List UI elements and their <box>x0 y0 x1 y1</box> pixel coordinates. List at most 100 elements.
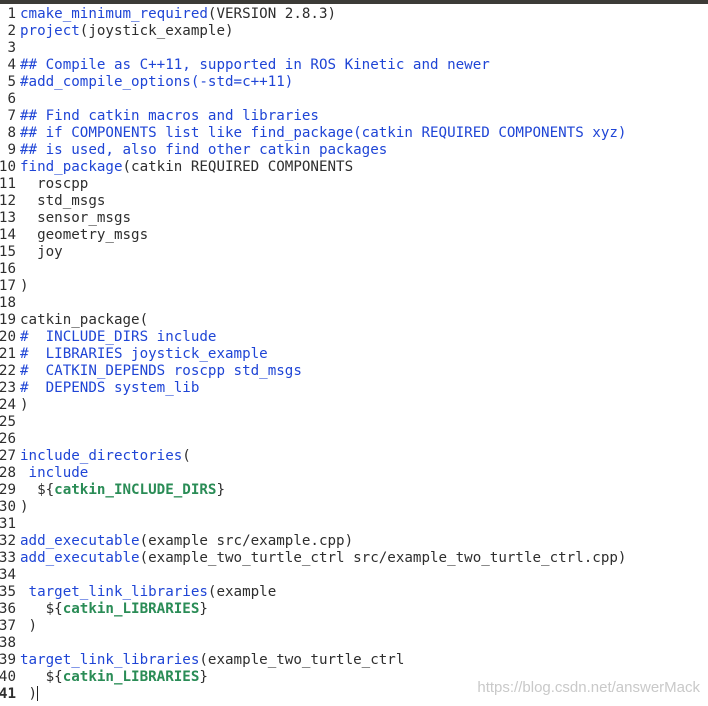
code-line[interactable]: 26 <box>0 431 708 448</box>
code-token: (joystick_example) <box>79 23 234 39</box>
code-text[interactable]: include_directories( <box>20 448 191 465</box>
code-line[interactable]: 23 # DEPENDS system_lib <box>0 380 708 397</box>
code-text[interactable]: find_package(catkin REQUIRED COMPONENTS <box>20 159 353 176</box>
code-token: sensor_msgs <box>20 210 132 226</box>
code-text[interactable]: ## Find catkin macros and libraries <box>20 108 319 125</box>
code-text[interactable]: # DEPENDS system_lib <box>20 380 199 397</box>
code-line[interactable]: 36 ${catkin_LIBRARIES} <box>0 601 708 618</box>
code-token: ) <box>20 278 29 294</box>
code-editor[interactable]: 1 cmake_minimum_required(VERSION 2.8.3) 2 p… <box>0 0 708 706</box>
line-number: 38 <box>0 635 16 651</box>
code-line[interactable]: 16 <box>0 261 708 278</box>
code-line[interactable]: 6 <box>0 91 708 108</box>
code-line[interactable]: 20 # INCLUDE_DIRS include <box>0 329 708 346</box>
code-text[interactable]: geometry_msgs <box>20 227 148 244</box>
code-token: ) <box>20 686 38 702</box>
code-line[interactable]: 32 add_executable(example src/example.cpp… <box>0 533 708 550</box>
code-token: ) <box>20 397 29 413</box>
code-text[interactable]: roscpp <box>20 176 88 193</box>
code-text[interactable]: # LIBRARIES joystick_example <box>20 346 268 363</box>
code-text[interactable]: ## is used, also find other catkin packa… <box>20 142 387 159</box>
code-line[interactable]: 18 <box>0 295 708 312</box>
code-text[interactable]: target_link_libraries(example_two_turtle… <box>20 652 404 669</box>
code-line[interactable]: 7 ## Find catkin macros and libraries <box>0 108 708 125</box>
code-line[interactable]: 35 target_link_libraries(example <box>0 584 708 601</box>
code-line[interactable]: 10 find_package(catkin REQUIRED COMPONENT… <box>0 159 708 176</box>
code-text[interactable]: ) <box>20 686 39 703</box>
line-number: 31 <box>0 516 16 532</box>
code-line[interactable]: 39 target_link_libraries(example_two_turt… <box>0 652 708 669</box>
code-comment: # INCLUDE_DIRS include <box>20 329 217 345</box>
code-text[interactable]: ## if COMPONENTS list like find_package(… <box>20 125 626 142</box>
cmake-command: include_directories <box>20 448 183 464</box>
code-line[interactable]: 14 geometry_msgs <box>0 227 708 244</box>
code-line[interactable]: 33 add_executable(example_two_turtle_ctrl… <box>0 550 708 567</box>
cmake-command: cmake_minimum_required <box>20 6 208 22</box>
line-number: 15 <box>0 244 16 260</box>
code-text[interactable]: ) <box>20 278 29 295</box>
code-line[interactable]: 12 std_msgs <box>0 193 708 210</box>
code-text[interactable]: std_msgs <box>20 193 105 210</box>
code-line[interactable]: 28 include <box>0 465 708 482</box>
code-lines[interactable]: 1 cmake_minimum_required(VERSION 2.8.3) 2 p… <box>0 6 708 703</box>
code-text[interactable]: catkin_package( <box>20 312 148 329</box>
code-text[interactable]: include <box>20 465 89 482</box>
code-text[interactable]: ) <box>20 618 38 635</box>
code-text[interactable]: ${catkin_INCLUDE_DIRS} <box>20 482 225 499</box>
code-line[interactable]: 22 # CATKIN_DEPENDS roscpp std_msgs <box>0 363 708 380</box>
code-line[interactable]: 25 <box>0 414 708 431</box>
code-comment: ## is used, also find other catkin packa… <box>20 142 388 158</box>
code-line[interactable]: 21 # LIBRARIES joystick_example <box>0 346 708 363</box>
line-number: 39 <box>0 652 16 668</box>
code-line[interactable]: 30) <box>0 499 708 516</box>
code-text[interactable]: ) <box>20 397 29 414</box>
code-line[interactable]: 24) <box>0 397 708 414</box>
code-comment: ## if COMPONENTS list like find_package(… <box>20 125 627 141</box>
code-comment: # LIBRARIES joystick_example <box>20 346 268 362</box>
cmake-command: include <box>20 465 89 481</box>
code-text[interactable]: # INCLUDE_DIRS include <box>20 329 216 346</box>
code-text[interactable]: #add_compile_options(-std=c++11) <box>20 74 293 91</box>
code-line[interactable]: 4 ## Compile as C++11, supported in ROS K… <box>0 57 708 74</box>
line-number: 1 <box>7 6 16 22</box>
code-text[interactable]: add_executable(example_two_turtle_ctrl s… <box>20 550 626 567</box>
code-line[interactable]: 5 #add_compile_options(-std=c++11) <box>0 74 708 91</box>
code-line[interactable]: 37 ) <box>0 618 708 635</box>
code-text[interactable]: cmake_minimum_required(VERSION 2.8.3) <box>20 6 336 23</box>
code-line[interactable]: 29 ${catkin_INCLUDE_DIRS} <box>0 482 708 499</box>
code-line[interactable]: 3 <box>0 40 708 57</box>
code-line[interactable]: 31 <box>0 516 708 533</box>
code-line[interactable]: 2 project(joystick_example) <box>0 23 708 40</box>
code-line[interactable]: 1 cmake_minimum_required(VERSION 2.8.3) <box>0 6 708 23</box>
code-line[interactable]: 13 sensor_msgs <box>0 210 708 227</box>
code-line[interactable]: 11 roscpp <box>0 176 708 193</box>
code-line[interactable]: 19 catkin_package( <box>0 312 708 329</box>
code-text[interactable]: target_link_libraries(example <box>20 584 277 601</box>
code-line[interactable]: 27 include_directories( <box>0 448 708 465</box>
line-number: 24 <box>0 397 16 413</box>
code-line[interactable]: 34 <box>0 567 708 584</box>
line-number: 36 <box>0 601 16 617</box>
code-text[interactable]: ) <box>20 499 29 516</box>
code-text[interactable]: add_executable(example src/example.cpp) <box>20 533 353 550</box>
code-line[interactable]: 9 ## is used, also find other catkin pack… <box>0 142 708 159</box>
line-number: 16 <box>0 261 16 277</box>
code-line[interactable]: 17) <box>0 278 708 295</box>
line-number: 2 <box>7 23 16 39</box>
code-text[interactable]: ${catkin_LIBRARIES} <box>20 669 208 686</box>
code-line[interactable]: 38 <box>0 635 708 652</box>
code-text[interactable]: # CATKIN_DEPENDS roscpp std_msgs <box>20 363 302 380</box>
code-token: (example src/example.cpp) <box>139 533 354 549</box>
code-text[interactable]: project(joystick_example) <box>20 23 234 40</box>
code-line[interactable]: 8 ## if COMPONENTS list like find_package… <box>0 125 708 142</box>
code-text[interactable]: joy <box>20 244 63 261</box>
cmake-variable: catkin_LIBRARIES <box>62 669 200 685</box>
code-text[interactable]: ${catkin_LIBRARIES} <box>20 601 208 618</box>
line-number: 22 <box>0 363 16 379</box>
line-number: 29 <box>0 482 16 498</box>
line-number: 27 <box>0 448 16 464</box>
code-text[interactable]: ## Compile as C++11, supported in ROS Ki… <box>20 57 490 74</box>
code-text[interactable]: sensor_msgs <box>20 210 131 227</box>
code-line[interactable]: 15 joy <box>0 244 708 261</box>
code-token: ) <box>20 499 29 515</box>
